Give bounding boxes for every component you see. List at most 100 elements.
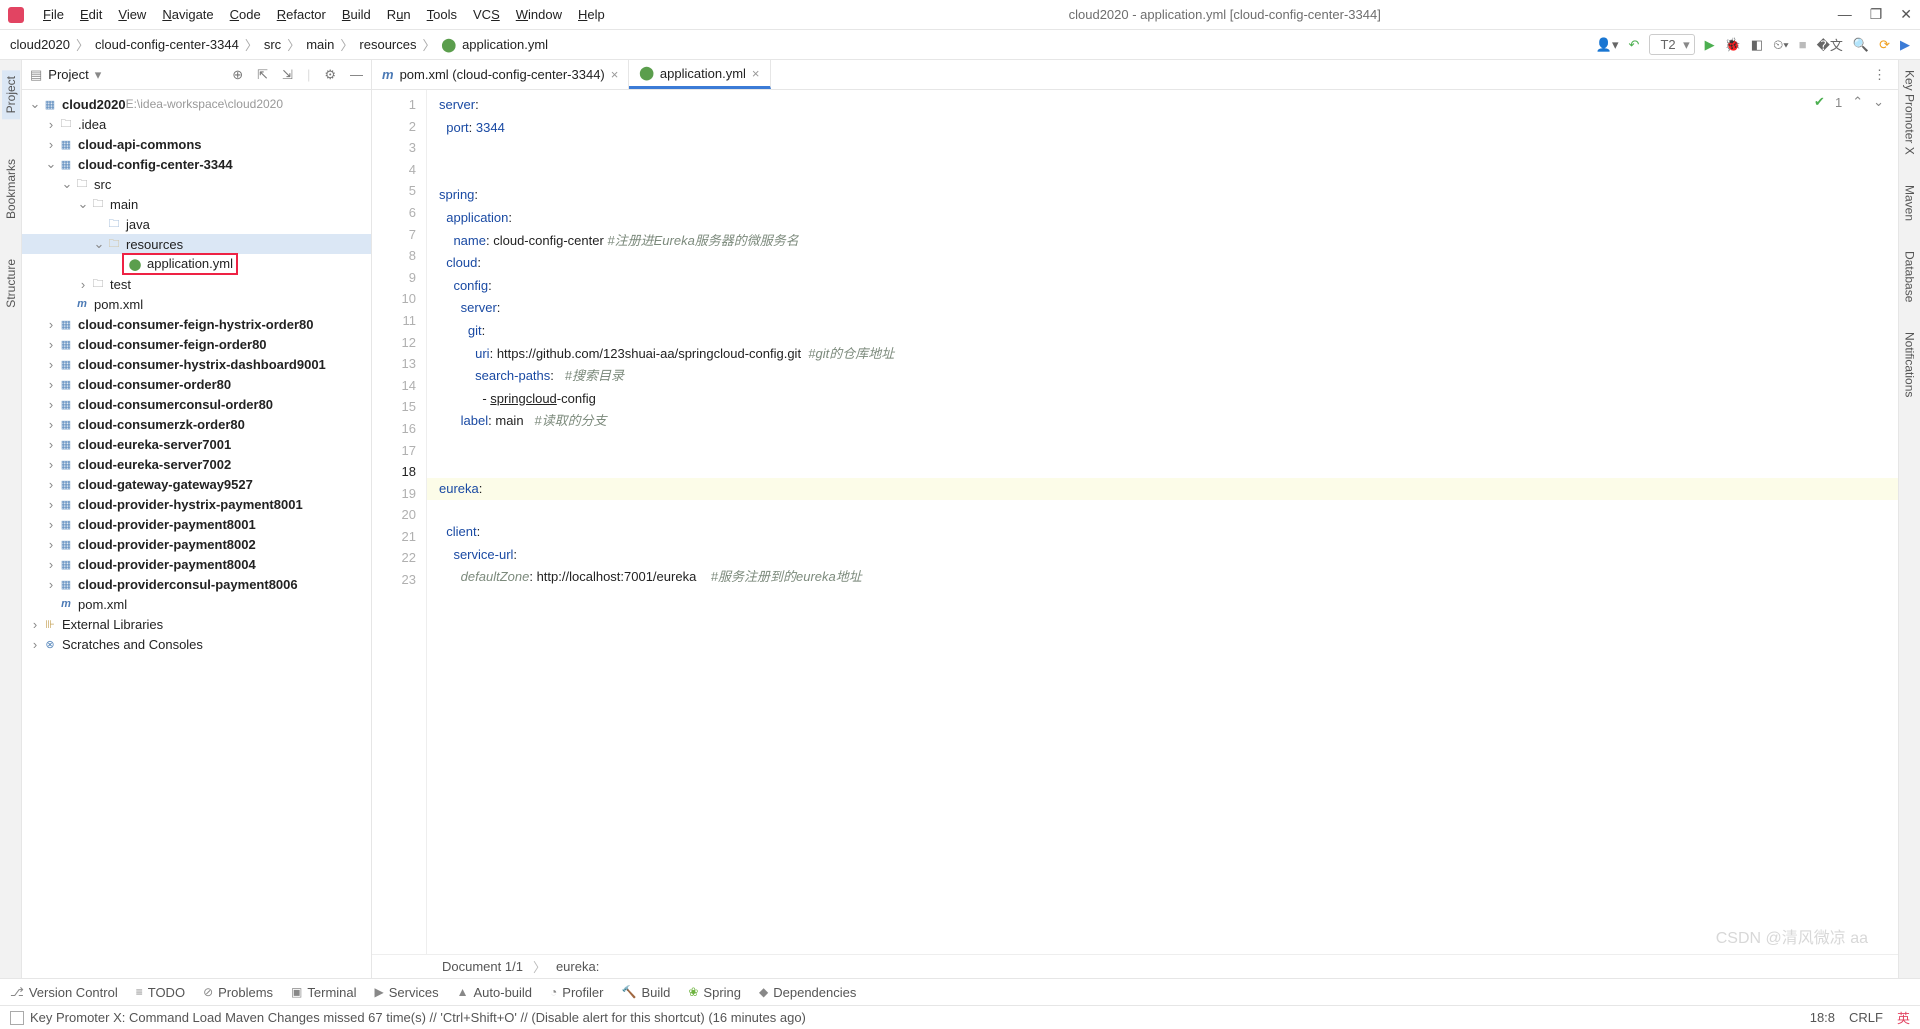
menu-code[interactable]: Code <box>223 3 268 26</box>
profile-button[interactable]: ⏲▾ <box>1773 37 1789 53</box>
project-tree[interactable]: ⌄▦cloud2020 E:\idea-workspace\cloud2020›… <box>22 90 371 978</box>
close-icon[interactable]: × <box>611 67 619 82</box>
tree-row[interactable]: mpom.xml <box>22 294 371 314</box>
tab-application-yml[interactable]: ⬤ application.yml × <box>629 60 770 89</box>
menu-edit[interactable]: Edit <box>73 3 109 26</box>
rail-structure[interactable]: Structure <box>4 259 18 308</box>
ide-settings-icon[interactable]: ▶ <box>1900 37 1910 53</box>
maximize-button[interactable]: ❐ <box>1870 6 1883 23</box>
menu-build[interactable]: Build <box>335 3 378 26</box>
tree-row[interactable]: ›▦cloud-eureka-server7001 <box>22 434 371 454</box>
caret-position[interactable]: 18:8 <box>1810 1010 1835 1025</box>
code-content[interactable]: server: port: 3344 spring: application: … <box>427 90 1898 954</box>
stop-button[interactable]: ■ <box>1799 37 1807 52</box>
doc-indicator[interactable]: Document 1/1 <box>442 959 523 974</box>
menu-vcs[interactable]: VCS <box>466 3 507 26</box>
line-separator[interactable]: CRLF <box>1849 1010 1883 1025</box>
tree-row[interactable]: ⌄▦cloud2020 E:\idea-workspace\cloud2020 <box>22 94 371 114</box>
tool-todo[interactable]: ≡TODO <box>136 985 185 1000</box>
rail-database[interactable]: Database <box>1903 251 1917 302</box>
pane-title[interactable]: Project <box>48 67 88 82</box>
tree-row[interactable]: ⌄▦cloud-config-center-3344 <box>22 154 371 174</box>
tree-row[interactable]: ›▦cloud-consumerconsul-order80 <box>22 394 371 414</box>
tab-pom[interactable]: m pom.xml (cloud-config-center-3344) × <box>372 60 629 89</box>
menu-refactor[interactable]: Refactor <box>270 3 333 26</box>
tree-row[interactable]: ⬤application.yml <box>22 254 371 274</box>
pane-dropdown[interactable]: ▾ <box>95 67 102 83</box>
close-icon[interactable]: × <box>752 66 760 81</box>
translate-icon[interactable]: �文 <box>1817 35 1843 54</box>
tree-row[interactable]: ›▦cloud-provider-payment8002 <box>22 534 371 554</box>
tree-row[interactable]: ›▦cloud-consumer-feign-order80 <box>22 334 371 354</box>
tool-autobuild[interactable]: ▲Auto-build <box>457 985 532 1000</box>
tree-row[interactable]: ⌄🗀main <box>22 194 371 214</box>
crumb-4[interactable]: resources <box>359 37 416 52</box>
tool-profiler[interactable]: ◔Profiler <box>550 985 603 1000</box>
rail-project[interactable]: Project <box>2 70 20 119</box>
menu-window[interactable]: Window <box>509 3 569 26</box>
tree-row[interactable]: mpom.xml <box>22 594 371 614</box>
inspection-widget[interactable]: ✔ 1 ⌃ ⌄ <box>1814 94 1884 110</box>
tree-row[interactable]: ›▦cloud-gateway-gateway9527 <box>22 474 371 494</box>
status-icon[interactable] <box>10 1011 24 1025</box>
crumb-path[interactable]: eureka: <box>556 959 599 974</box>
ime-indicator[interactable]: 英 <box>1897 1008 1910 1027</box>
select-target-icon[interactable]: ⊕ <box>232 67 243 83</box>
gear-icon[interactable]: ⚙ <box>324 67 336 83</box>
rail-key-promoter[interactable]: Key Promoter X <box>1903 70 1917 155</box>
minimize-button[interactable]: — <box>1838 6 1852 23</box>
close-button[interactable]: ✕ <box>1900 6 1912 23</box>
crumb-3[interactable]: main <box>306 37 334 52</box>
tree-row[interactable]: ⌄🗀src <box>22 174 371 194</box>
back-icon[interactable]: ↶ <box>1629 37 1640 53</box>
sync-icon[interactable]: ⟳ <box>1879 37 1890 53</box>
hide-icon[interactable]: — <box>350 67 363 82</box>
rail-maven[interactable]: Maven <box>1903 185 1917 221</box>
chevron-down-icon[interactable]: ⌄ <box>1873 94 1884 110</box>
tree-row[interactable]: ›▦cloud-provider-hystrix-payment8001 <box>22 494 371 514</box>
collapse-all-icon[interactable]: ⇲ <box>282 67 293 83</box>
crumb-0[interactable]: cloud2020 <box>10 37 70 52</box>
menu-tools[interactable]: Tools <box>420 3 464 26</box>
run-config-selector[interactable]: T2 <box>1649 34 1694 55</box>
breadcrumb[interactable]: cloud2020〉 cloud-config-center-3344〉 src… <box>10 35 548 54</box>
tool-version-control[interactable]: ⎇Version Control <box>10 985 118 1000</box>
coverage-button[interactable]: ◧ <box>1751 37 1763 53</box>
tool-terminal[interactable]: ▣Terminal <box>291 985 356 1000</box>
tool-problems[interactable]: ⊘Problems <box>203 985 273 1000</box>
crumb-2[interactable]: src <box>264 37 281 52</box>
tree-row[interactable]: 🗀java <box>22 214 371 234</box>
tool-dependencies[interactable]: ◆Dependencies <box>759 985 856 1000</box>
expand-all-icon[interactable]: ⇱ <box>257 67 268 83</box>
user-icon[interactable]: 👤▾ <box>1596 37 1619 53</box>
tree-row[interactable]: ›▦cloud-api-commons <box>22 134 371 154</box>
crumb-1[interactable]: cloud-config-center-3344 <box>95 37 239 52</box>
tree-row[interactable]: ›▦cloud-providerconsul-payment8006 <box>22 574 371 594</box>
search-icon[interactable]: 🔍 <box>1853 37 1869 53</box>
line-gutter[interactable]: 1234567891011121314151617181920212223 <box>372 90 427 954</box>
tool-services[interactable]: ▶Services <box>375 985 439 1000</box>
tree-row[interactable]: ⌄🗀resources <box>22 234 371 254</box>
rail-notifications[interactable]: Notifications <box>1903 332 1917 397</box>
tool-spring[interactable]: ❀Spring <box>688 985 741 1000</box>
tree-row[interactable]: ›▦cloud-eureka-server7002 <box>22 454 371 474</box>
tree-row[interactable]: ›▦cloud-consumer-hystrix-dashboard9001 <box>22 354 371 374</box>
rail-bookmarks[interactable]: Bookmarks <box>4 159 18 219</box>
tree-row[interactable]: ›🗀test <box>22 274 371 294</box>
tree-row[interactable]: ›▦cloud-consumerzk-order80 <box>22 414 371 434</box>
tree-row[interactable]: ›▦cloud-provider-payment8001 <box>22 514 371 534</box>
tree-row[interactable]: ›⊪External Libraries <box>22 614 371 634</box>
tree-row[interactable]: ›▦cloud-consumer-feign-hystrix-order80 <box>22 314 371 334</box>
tree-row[interactable]: ›▦cloud-consumer-order80 <box>22 374 371 394</box>
tree-row[interactable]: ›🗀.idea <box>22 114 371 134</box>
menu-navigate[interactable]: Navigate <box>155 3 220 26</box>
menu-help[interactable]: Help <box>571 3 612 26</box>
chevron-up-icon[interactable]: ⌃ <box>1852 94 1863 110</box>
menu-run[interactable]: Run <box>380 3 418 26</box>
crumb-5[interactable]: application.yml <box>462 37 548 52</box>
tool-build[interactable]: 🔨Build <box>621 985 670 1000</box>
debug-button[interactable]: 🐞 <box>1725 37 1741 53</box>
tabs-more[interactable]: ⋮ <box>1861 60 1898 89</box>
tree-row[interactable]: ›⊗Scratches and Consoles <box>22 634 371 654</box>
editor-body[interactable]: 1234567891011121314151617181920212223 se… <box>372 90 1898 954</box>
